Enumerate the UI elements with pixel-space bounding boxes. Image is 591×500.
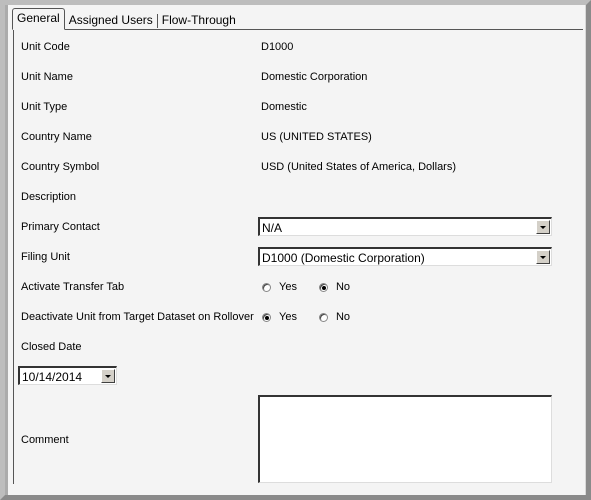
activate-transfer-yes-label: Yes: [279, 281, 297, 293]
tab-general[interactable]: General: [12, 8, 65, 30]
country-name-label: Country Name: [21, 131, 92, 143]
description-label: Description: [21, 191, 77, 203]
activate-transfer-tab-radio-group: Yes No: [262, 281, 372, 293]
panel-border: [13, 29, 14, 484]
country-symbol-value: USD (United States of America, Dollars): [261, 161, 457, 173]
activate-transfer-tab-label: Activate Transfer Tab: [21, 281, 125, 293]
deactivate-unit-no-radio[interactable]: [318, 312, 328, 322]
country-name-value: US (UNITED STATES): [261, 131, 372, 143]
unit-name-label: Unit Name: [21, 71, 73, 83]
deactivate-unit-label: Deactivate Unit from Target Dataset on R…: [21, 311, 254, 323]
deactivate-unit-yes-label: Yes: [279, 311, 297, 323]
closed-date-value: 10/14/2014: [22, 370, 83, 384]
primary-contact-value: N/A: [262, 221, 283, 235]
tab-bar: General Assigned Users Flow-Through: [12, 8, 240, 30]
comment-textarea[interactable]: [258, 395, 552, 483]
deactivate-unit-yes-radio[interactable]: [262, 312, 271, 322]
closed-date-picker[interactable]: 10/14/2014: [18, 366, 117, 385]
filing-unit-select[interactable]: D1000 (Domestic Corporation): [258, 247, 552, 266]
filing-unit-value: D1000 (Domestic Corporation): [262, 251, 425, 265]
primary-contact-label: Primary Contact: [21, 221, 100, 233]
tab-assigned-users[interactable]: Assigned Users: [65, 11, 157, 30]
unit-type-value: Domestic: [261, 101, 307, 113]
chevron-down-icon[interactable]: [101, 369, 115, 383]
country-symbol-label: Country Symbol: [21, 161, 100, 173]
tab-flow-through[interactable]: Flow-Through: [158, 11, 240, 30]
activate-transfer-no-radio[interactable]: [318, 282, 328, 292]
unit-name-value: Domestic Corporation: [261, 71, 368, 83]
unit-type-label: Unit Type: [21, 101, 68, 113]
unit-code-label: Unit Code: [21, 41, 70, 53]
chevron-down-icon[interactable]: [536, 220, 550, 234]
unit-code-value: D1000: [261, 41, 294, 53]
filing-unit-label: Filing Unit: [21, 251, 70, 263]
activate-transfer-no-label: No: [335, 281, 351, 293]
comment-label: Comment: [21, 434, 69, 446]
activate-transfer-yes-radio[interactable]: [262, 282, 271, 292]
chevron-down-icon[interactable]: [536, 250, 550, 264]
primary-contact-select[interactable]: N/A: [258, 217, 552, 236]
deactivate-unit-no-label: No: [335, 311, 351, 323]
closed-date-label: Closed Date: [21, 341, 82, 353]
deactivate-unit-radio-group: Yes No: [262, 311, 372, 323]
